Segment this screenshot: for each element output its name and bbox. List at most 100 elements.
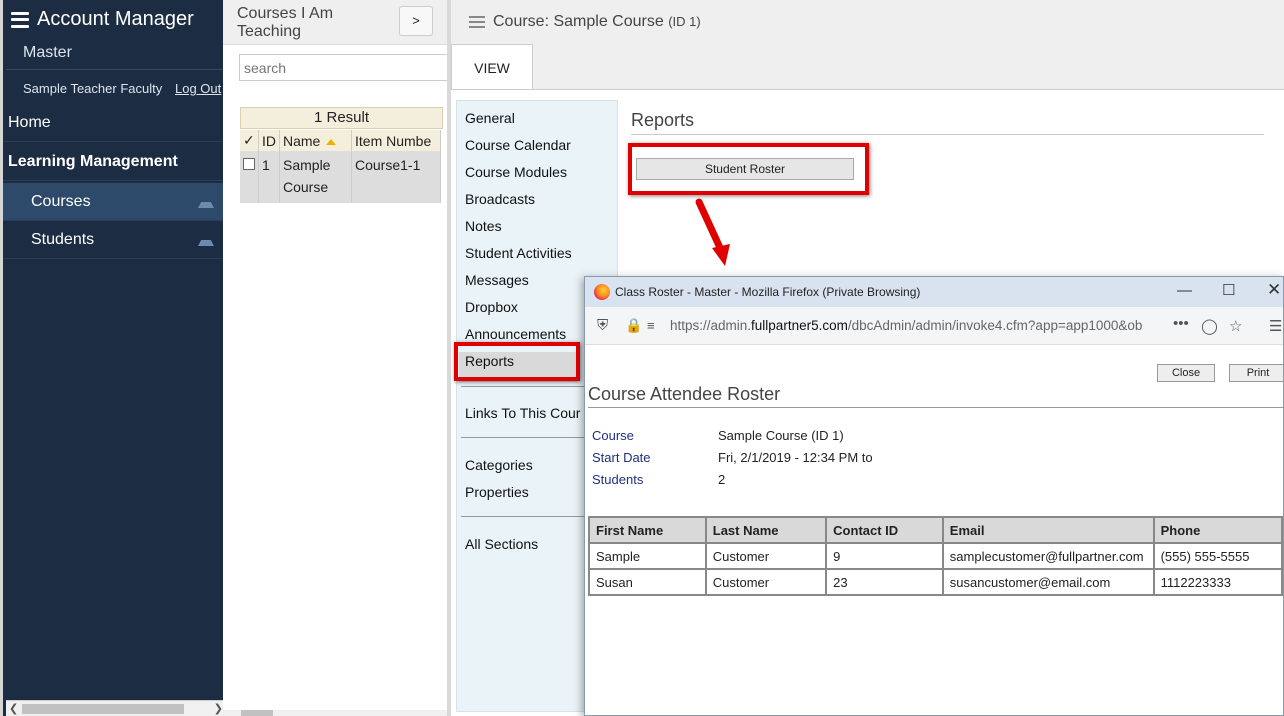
close-window-icon[interactable]: ✕ [1267, 280, 1281, 300]
info-label-students: Students [592, 472, 644, 487]
menu-item-dropbox[interactable]: Dropbox [465, 299, 518, 315]
horizontal-scrollbar[interactable] [223, 710, 447, 716]
nav-item-courses[interactable]: Courses [3, 183, 223, 221]
page-actions-icon[interactable]: ••• [1173, 315, 1189, 332]
menu-item-all-sections[interactable]: All Sections [465, 536, 538, 552]
maximize-icon[interactable]: ☐ [1222, 281, 1235, 299]
menu-item-course-calendar[interactable]: Course Calendar [465, 137, 571, 153]
column-header-contact-id: Contact ID [825, 516, 944, 544]
app-header: Account Manager [11, 8, 194, 31]
lock-icon[interactable]: 🔒 [625, 317, 642, 334]
scrollbar-thumb[interactable] [22, 704, 184, 714]
horizontal-scrollbar[interactable]: ❮ ❯ [6, 700, 226, 716]
tab-view[interactable]: VIEW [451, 44, 533, 90]
menu-item-categories[interactable]: Categories [465, 457, 533, 473]
nav-item-learning-management[interactable]: Learning Management [3, 143, 223, 181]
close-button[interactable]: Close [1157, 364, 1215, 382]
row-checkbox[interactable] [243, 158, 255, 170]
table-row[interactable]: 1 Sample Course Course1-1 [240, 151, 441, 203]
scroll-left-icon[interactable]: ❮ [9, 701, 18, 716]
roster-popup-window: Class Roster - Master - Mozilla Firefox … [584, 276, 1284, 716]
course-list-panel: Courses I Am Teaching > 1 Result ✓ ID Na… [223, 0, 449, 716]
info-value-students: 2 [718, 472, 726, 487]
cell-phone: (555) 555-5555 [1152, 542, 1283, 570]
scroll-right-icon[interactable]: ❯ [214, 701, 223, 716]
course-id: (ID 1) [668, 14, 701, 29]
info-value-start-date: Fri, 2/1/2019 - 12:34 PM to [718, 450, 873, 465]
menu-item-links-to-this-course[interactable]: Links To This Cour [465, 405, 580, 421]
cell-email: samplecustomer@fullpartner.com [941, 542, 1155, 570]
pocket-icon[interactable]: ◯ [1201, 317, 1218, 335]
cell-contact-id: 23 [825, 568, 944, 596]
column-header-phone: Phone [1152, 516, 1283, 544]
url-text[interactable]: https://admin.fullpartner5.com/dbcAdmin/… [670, 318, 1142, 333]
nav-item-label: Courses [31, 192, 91, 210]
nav-item-label: Students [31, 230, 95, 248]
cell-last-name: Customer [704, 568, 828, 596]
column-header-name[interactable]: Name [279, 130, 352, 151]
menu-item-broadcasts[interactable]: Broadcasts [465, 191, 535, 207]
window-title: Class Roster - Master - Mozilla Firefox … [615, 285, 921, 299]
menu-item-messages[interactable]: Messages [465, 272, 529, 288]
nav-item-label: Learning Management [8, 152, 178, 170]
shield-icon[interactable]: ⛨ [597, 317, 608, 334]
menu-item-student-activities[interactable]: Student Activities [465, 245, 572, 261]
reports-highlight-box [454, 342, 580, 381]
cell-item-number: Course1-1 [351, 151, 441, 203]
window-titlebar[interactable]: Class Roster - Master - Mozilla Firefox … [585, 277, 1283, 307]
collapse-icon[interactable] [198, 240, 214, 246]
column-header-select[interactable]: ✓ [240, 130, 259, 151]
reports-heading: Reports [631, 110, 1264, 135]
logout-link[interactable]: Log Out [175, 81, 221, 96]
course-title: Course: Sample Course (ID 1) [493, 13, 701, 31]
nav-item-home[interactable]: Home [3, 104, 223, 142]
column-header-item-number[interactable]: Item Numbe [351, 130, 441, 151]
cell-email: susancustomer@email.com [941, 568, 1155, 596]
main-navigation: Account Manager Master Sample Teacher Fa… [0, 0, 226, 716]
cell-first-name: Sample [588, 542, 707, 570]
result-count: 1 Result [240, 107, 443, 129]
nav-item-students[interactable]: Students [3, 221, 223, 259]
info-value-course: Sample Course (ID 1) [718, 428, 844, 443]
organization-name: Master [23, 44, 72, 61]
menu-item-general[interactable]: General [465, 110, 515, 126]
permissions-icon[interactable]: ≡ [647, 318, 655, 333]
menu-item-notes[interactable]: Notes [465, 218, 502, 234]
column-header-last-name: Last Name [704, 516, 828, 544]
roster-table: First Name Last Name Contact ID Email Ph… [588, 516, 1283, 596]
annotation-arrow-icon [695, 198, 730, 266]
column-header-first-name: First Name [588, 516, 707, 544]
collapse-icon[interactable] [198, 202, 214, 208]
user-name: Sample Teacher Faculty [23, 81, 163, 96]
cell-first-name: Susan [588, 568, 707, 596]
sort-ascending-icon [326, 138, 337, 145]
row-select-cell [240, 151, 259, 203]
search-input[interactable] [239, 54, 449, 81]
report-title: Course Attendee Roster [588, 384, 1283, 408]
course-title-text: Course: Sample Course [493, 13, 664, 30]
expand-panel-button[interactable]: > [399, 6, 433, 36]
menu-item-course-modules[interactable]: Course Modules [465, 164, 567, 180]
hamburger-menu-icon[interactable] [11, 11, 29, 28]
cell-contact-id: 9 [825, 542, 944, 570]
cell-last-name: Customer [704, 542, 828, 570]
firefox-logo-icon [594, 284, 610, 300]
panel-header: Courses I Am Teaching > [223, 0, 447, 45]
print-button[interactable]: Print [1229, 364, 1283, 382]
divider [6, 69, 226, 70]
table-row: Susan Customer 23 susancustomer@email.co… [588, 568, 1283, 596]
bookmark-star-icon[interactable]: ☆ [1229, 317, 1242, 335]
scrollbar-thumb[interactable] [241, 710, 273, 716]
info-label-start-date: Start Date [592, 450, 651, 465]
cell-name[interactable]: Sample Course [279, 151, 352, 203]
menu-item-announcements[interactable]: Announcements [465, 326, 566, 342]
url-bar[interactable]: ⛨ 🔒 ≡ https://admin.fullpartner5.com/dbc… [585, 307, 1283, 345]
column-header-id[interactable]: ID [258, 130, 280, 151]
menu-item-properties[interactable]: Properties [465, 484, 529, 500]
roster-button-highlight-box [628, 143, 869, 195]
menu-icon[interactable] [469, 16, 485, 28]
app-menu-icon[interactable]: ☰ [1269, 317, 1282, 335]
url-path: /dbcAdmin/admin/invoke4.cfm?app=app1000&… [847, 318, 1143, 333]
minimize-icon[interactable]: — [1177, 282, 1192, 299]
column-header-email: Email [941, 516, 1155, 544]
